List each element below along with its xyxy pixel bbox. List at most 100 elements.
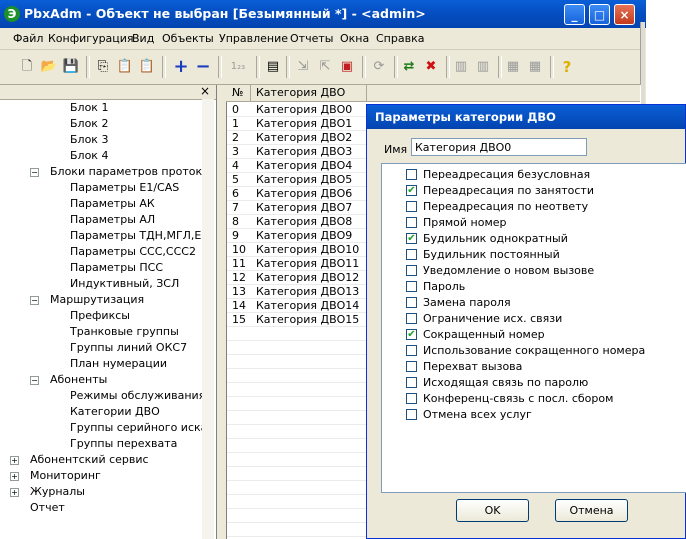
copy-icon[interactable]: ⎘ [94,58,112,76]
doc2-icon[interactable]: ▥ [474,58,492,76]
tree-expander-icon[interactable]: + [10,488,19,497]
tree-node[interactable]: План нумерации [70,357,202,370]
tree-node[interactable]: Параметры ССС,ССС2 [70,245,202,258]
tree-node[interactable]: Режимы обслуживания [70,389,202,402]
row-category[interactable]: Категория ДВО0 [256,103,352,116]
ok-button[interactable]: OK [456,499,529,522]
tree-node[interactable]: Параметры E1/CAS [70,181,202,194]
option-checkbox[interactable] [406,217,417,228]
row-category[interactable]: Категория ДВО7 [256,201,352,214]
tree-node[interactable]: Блок 3 [70,133,202,146]
tree-node[interactable]: Мониторинг [30,469,202,482]
refresh-icon[interactable]: ⟳ [370,58,388,76]
menu-file[interactable]: Файл [13,32,43,45]
tree-node[interactable]: Абонентский сервис [30,453,202,466]
tree-node[interactable]: Отчет [30,501,202,514]
option-checkbox[interactable] [406,313,417,324]
row-category[interactable]: Категория ДВО9 [256,229,352,242]
tree-node[interactable]: Параметры ПСС [70,261,202,274]
row-number[interactable]: 2 [232,131,239,144]
row-category[interactable]: Категория ДВО6 [256,187,352,200]
tree-expander-icon[interactable]: − [30,296,39,305]
tree-node[interactable]: Транковые группы [70,325,202,338]
option-checkbox[interactable] [406,249,417,260]
row-number[interactable]: 9 [232,229,239,242]
export-icon[interactable]: ⇲ [294,58,312,76]
row-category[interactable]: Категория ДВО3 [256,145,352,158]
row-category[interactable]: Категория ДВО12 [256,271,359,284]
tree-scrollbar[interactable] [202,99,214,539]
paste-special-icon[interactable]: 📋 [138,58,156,76]
row-category[interactable]: Категория ДВО8 [256,215,352,228]
row-category[interactable]: Категория ДВО4 [256,159,352,172]
connect-icon[interactable]: ⇄ [400,58,418,76]
config-icon[interactable]: ▣ [338,58,356,76]
menu-configuration[interactable]: Конфигурация [48,32,134,45]
help-icon[interactable]: ? [558,58,576,76]
row-category[interactable]: Категория ДВО15 [256,313,359,326]
name-input[interactable]: Категория ДВО0 [411,138,587,156]
row-number[interactable]: 5 [232,173,239,186]
row-category[interactable]: Категория ДВО10 [256,243,359,256]
tree-node[interactable]: Категории ДВО [70,405,202,418]
doc3-icon[interactable]: ▦ [504,58,522,76]
doc1-icon[interactable]: ▥ [452,58,470,76]
option-checkbox[interactable] [406,409,417,420]
row-number[interactable]: 6 [232,187,239,200]
menu-windows[interactable]: Окна [340,32,369,45]
option-checkbox[interactable]: ✔ [406,329,417,340]
tree-node[interactable]: Параметры АЛ [70,213,202,226]
tree-expander-icon[interactable]: − [30,168,39,177]
tree-node[interactable]: Абоненты [50,373,202,386]
title-bar[interactable]: Э PbxAdm - Объект не выбран [Безымянный … [0,0,646,28]
row-category[interactable]: Категория ДВО14 [256,299,359,312]
column-category[interactable]: Категория ДВО [256,86,345,99]
row-number[interactable]: 12 [232,271,246,284]
tree-node[interactable]: Журналы [30,485,202,498]
minimize-button[interactable]: _ [564,4,585,25]
open-icon[interactable]: 📂 [40,58,58,76]
row-category[interactable]: Категория ДВО1 [256,117,352,130]
tree-expander-icon[interactable]: + [10,472,19,481]
properties-icon[interactable]: ▤ [264,58,282,76]
option-checkbox[interactable] [406,297,417,308]
close-button[interactable]: × [614,4,635,25]
row-number[interactable]: 3 [232,145,239,158]
row-number[interactable]: 7 [232,201,239,214]
tree-expander-icon[interactable]: + [10,456,19,465]
row-number[interactable]: 4 [232,159,239,172]
paste-icon[interactable]: 📋 [116,58,134,76]
import-icon[interactable]: ⇱ [316,58,334,76]
menu-reports[interactable]: Отчеты [290,32,333,45]
tree-node[interactable]: Блок 2 [70,117,202,130]
add-icon[interactable]: + [172,58,190,76]
option-checkbox[interactable]: ✔ [406,233,417,244]
row-number[interactable]: 0 [232,103,239,116]
menu-objects[interactable]: Объекты [162,32,214,45]
numbering-icon[interactable]: 1₂₃ [226,58,250,76]
tree-node[interactable]: Маршрутизация [50,293,202,306]
tree-node[interactable]: Префиксы [70,309,202,322]
option-checkbox[interactable] [406,169,417,180]
stop-icon[interactable]: ✖ [422,58,440,76]
option-checkbox[interactable] [406,377,417,388]
option-checkbox[interactable] [406,265,417,276]
option-checkbox[interactable] [406,281,417,292]
new-icon[interactable]: 🗋 [18,58,36,76]
option-checkbox[interactable]: ✔ [406,185,417,196]
row-number[interactable]: 11 [232,257,246,270]
tree-node[interactable]: Группы серийного искани [70,421,202,434]
save-icon[interactable]: 💾 [62,58,80,76]
row-number[interactable]: 14 [232,299,246,312]
row-number[interactable]: 1 [232,117,239,130]
option-checkbox[interactable] [406,393,417,404]
tree-node[interactable]: Блок 4 [70,149,202,162]
row-number[interactable]: 13 [232,285,246,298]
tree-node[interactable]: Параметры АК [70,197,202,210]
tree-close-icon[interactable]: × [200,84,210,98]
tree-node[interactable]: Блоки параметров протоколо [50,165,202,178]
cancel-button[interactable]: Отмена [555,499,628,522]
menu-management[interactable]: Управление [219,32,288,45]
tree-node[interactable]: Группы линий ОКС7 [70,341,202,354]
row-number[interactable]: 8 [232,215,239,228]
